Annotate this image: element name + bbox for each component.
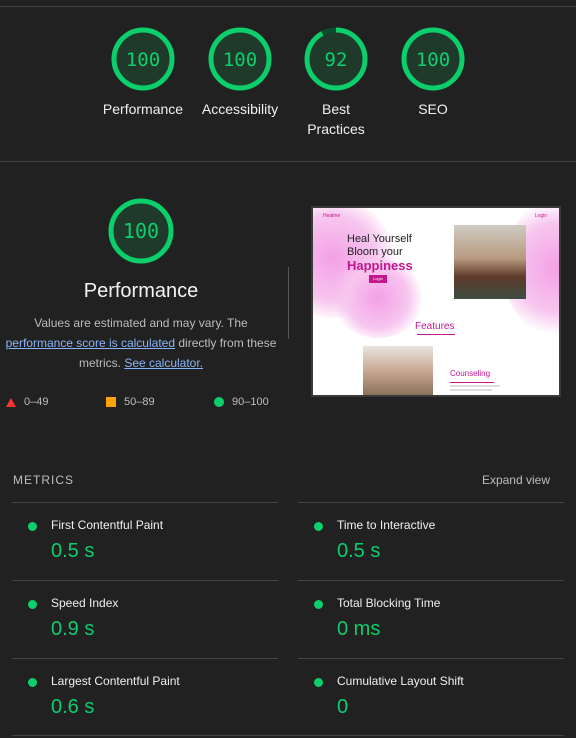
gauge-label: Best Practices — [307, 101, 365, 137]
metric-name: First Contentful Paint — [51, 518, 164, 532]
bottom-divider — [12, 735, 564, 736]
gauge-ring: 100 — [208, 27, 272, 91]
metric-name: Total Blocking Time — [337, 596, 441, 610]
pass-circle-icon — [28, 600, 37, 609]
fail-triangle-icon — [6, 397, 16, 407]
metric-value: 0 ms — [337, 618, 381, 640]
thumb-counseling: Counseling — [450, 369, 491, 378]
gauge-score: 92 — [325, 49, 348, 71]
thumb-woman-photo — [454, 225, 526, 299]
metric-name: Largest Contentful Paint — [51, 674, 180, 688]
metric-value: 0 — [337, 696, 349, 718]
thumb-text-line — [450, 385, 500, 387]
gauge-accessibility[interactable]: 100 Accessibility — [192, 26, 288, 119]
thumb-counseling-photo — [363, 346, 433, 395]
metric-value: 0.5 s — [337, 540, 381, 562]
performance-description: Values are estimated and may vary. The p… — [0, 313, 282, 373]
score-calculated-link[interactable]: performance score is calculated — [6, 336, 175, 350]
gauge-seo[interactable]: 100 SEO — [385, 26, 481, 119]
metric-value: 0.9 s — [51, 618, 95, 640]
pass-circle-icon — [314, 522, 323, 531]
metric-name: Cumulative Layout Shift — [337, 674, 464, 688]
page-screenshot-thumbnail[interactable]: Healme Login Heal Yourself Bloom your Ha… — [311, 206, 561, 397]
expand-view-button[interactable]: Expand view — [482, 473, 550, 487]
gauge-label: SEO — [418, 101, 448, 117]
gauge-score: 100 — [223, 49, 257, 71]
thumb-line3: Happiness — [347, 258, 413, 273]
metric-value: 0.5 s — [51, 540, 95, 562]
metric-value: 0.6 s — [51, 696, 95, 718]
performance-gauge: 100 — [108, 198, 174, 264]
thumb-text-line — [450, 389, 492, 391]
thumb-counseling-underline — [450, 382, 494, 383]
gauge-ring: 100 — [401, 27, 465, 91]
thumb-features: Features — [415, 321, 455, 332]
thumb-line1: Heal Yourself — [347, 233, 412, 245]
gauge-label: Performance — [102, 101, 184, 117]
metrics-heading: METRICS — [13, 473, 74, 487]
legend-fail: 0–49 — [6, 396, 48, 408]
thumb-login: Login — [534, 213, 547, 219]
pass-circle-icon — [28, 678, 37, 687]
category-gauges: 100 Performance 100 Accessibility 92 Bes… — [0, 26, 576, 146]
performance-title: Performance — [83, 280, 199, 302]
legend-range: 90–100 — [232, 396, 269, 408]
thumb-button: Login — [369, 275, 387, 283]
metric-name: Time to Interactive — [337, 518, 436, 532]
legend-average: 50–89 — [106, 396, 155, 408]
score-legend: 0–49 50–89 90–100 — [0, 396, 290, 416]
legend-range: 50–89 — [124, 396, 155, 408]
legend-range: 0–49 — [24, 396, 49, 408]
gauge-performance[interactable]: 100 Performance — [95, 26, 191, 119]
vertical-divider — [288, 267, 289, 339]
metric-first-contentful-paint[interactable]: First Contentful Paint 0.5 s — [12, 502, 278, 580]
metric-total-blocking-time[interactable]: Total Blocking Time 0 ms — [298, 580, 564, 658]
gauge-ring: 100 — [111, 27, 175, 91]
pass-circle-icon — [214, 397, 224, 407]
gauge-best-practices[interactable]: 92 Best Practices — [288, 26, 384, 139]
metric-largest-contentful-paint[interactable]: Largest Contentful Paint 0.6 s — [12, 658, 278, 736]
metric-speed-index[interactable]: Speed Index 0.9 s — [12, 580, 278, 658]
performance-summary: 100 Performance Values are estimated and… — [0, 196, 282, 373]
desc-text-1: Values are estimated and may vary. The — [34, 316, 248, 330]
metric-time-to-interactive[interactable]: Time to Interactive 0.5 s — [298, 502, 564, 580]
pass-circle-icon — [314, 600, 323, 609]
gauge-ring: 92 — [304, 27, 368, 91]
legend-pass: 90–100 — [214, 396, 269, 408]
gauge-score: 100 — [416, 49, 450, 71]
top-divider — [0, 6, 576, 7]
metric-name: Speed Index — [51, 596, 119, 610]
pass-circle-icon — [314, 678, 323, 687]
thumb-features-underline — [417, 334, 455, 335]
performance-score: 100 — [123, 219, 159, 243]
average-square-icon — [106, 397, 116, 407]
section-divider — [0, 161, 576, 162]
metric-cumulative-layout-shift[interactable]: Cumulative Layout Shift 0 — [298, 658, 564, 736]
pass-circle-icon — [28, 522, 37, 531]
thumb-headline: Heal Yourself Bloom your Happiness — [347, 233, 413, 272]
gauge-score: 100 — [126, 49, 160, 71]
gauge-label: Accessibility — [201, 101, 279, 117]
thumb-brand: Healme — [323, 213, 341, 219]
see-calculator-link[interactable]: See calculator. — [124, 356, 203, 370]
